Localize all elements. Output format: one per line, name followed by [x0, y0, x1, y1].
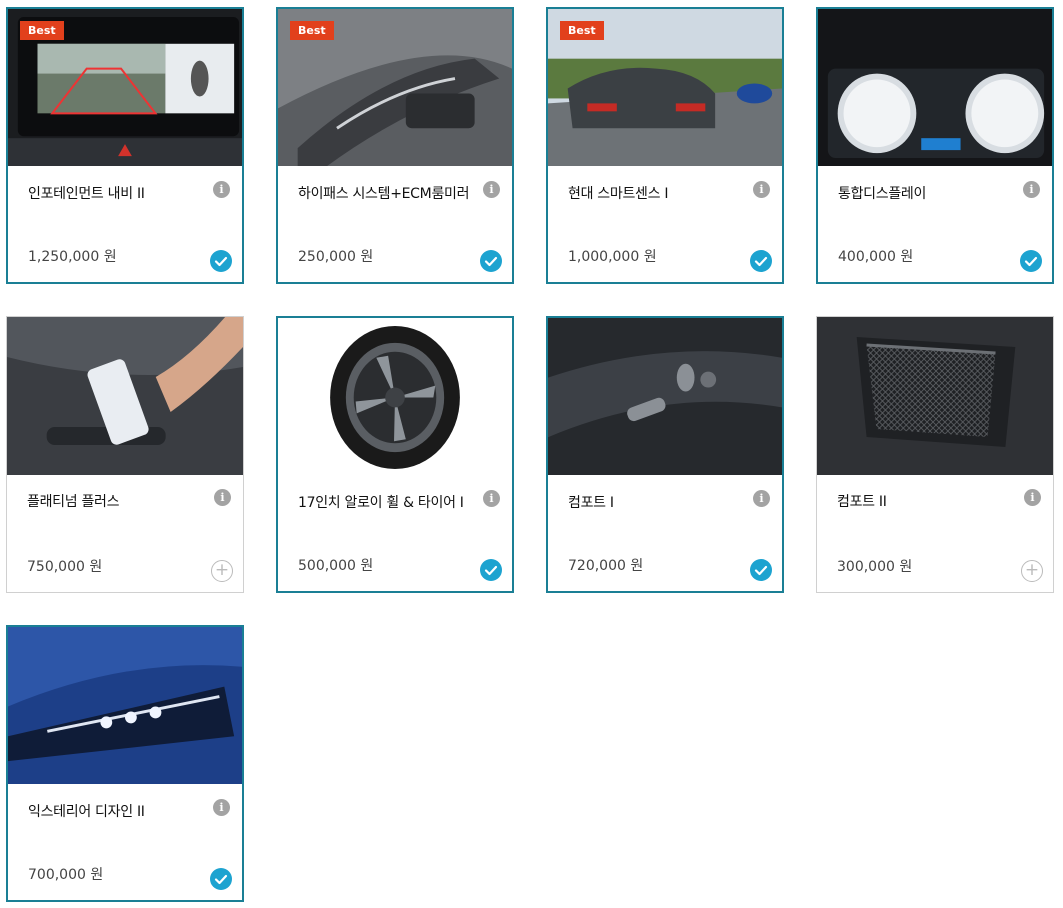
add-icon[interactable]: +: [211, 560, 233, 582]
info-icon[interactable]: i: [483, 490, 500, 507]
option-name: 통합디스플레이: [838, 186, 927, 202]
info-icon[interactable]: i: [483, 181, 500, 198]
option-name: 컴포트 II: [837, 494, 887, 510]
option-image-power-seat: [548, 318, 782, 475]
option-image-headlamp: [8, 627, 242, 784]
option-name: 17인치 알로이 휠 & 타이어 I: [298, 495, 464, 511]
best-badge: Best: [20, 21, 64, 40]
info-icon[interactable]: i: [214, 489, 231, 506]
option-image-seat-net: [817, 317, 1053, 475]
option-image-cluster: [818, 9, 1052, 166]
best-badge: Best: [560, 21, 604, 40]
option-price: 1,250,000 원: [28, 249, 117, 265]
check-icon[interactable]: [1020, 250, 1042, 272]
check-icon[interactable]: [480, 559, 502, 581]
option-image-infotainment: Best: [8, 9, 242, 166]
option-card[interactable]: Best 하이패스 시스템+ECM룸미러 i 250,000 원: [276, 7, 514, 284]
option-card[interactable]: Best 인포테인먼트 내비 II i 1,250,000 원: [6, 7, 244, 284]
check-icon[interactable]: [750, 250, 772, 272]
option-card[interactable]: 플래티넘 플러스 i 750,000 원 +: [6, 316, 244, 593]
option-price: 720,000 원: [568, 558, 644, 574]
option-card[interactable]: Best 현대 스마트센스 I i 1,000,000 원: [546, 7, 784, 284]
check-icon[interactable]: [750, 559, 772, 581]
option-image-hipass-mirror: Best: [278, 9, 512, 166]
option-price: 500,000 원: [298, 558, 374, 574]
option-card[interactable]: 컴포트 II i 300,000 원 +: [816, 316, 1054, 593]
option-name: 플래티넘 플러스: [27, 494, 120, 510]
option-price: 400,000 원: [838, 249, 914, 265]
info-icon[interactable]: i: [213, 181, 230, 198]
check-icon[interactable]: [210, 250, 232, 272]
option-name: 현대 스마트센스 I: [568, 186, 669, 202]
info-icon[interactable]: i: [213, 799, 230, 816]
info-icon[interactable]: i: [1023, 181, 1040, 198]
option-card[interactable]: 통합디스플레이 i 400,000 원: [816, 7, 1054, 284]
option-name: 하이패스 시스템+ECM룸미러: [298, 186, 470, 202]
option-name: 익스테리어 디자인 II: [28, 804, 145, 820]
option-name: 컴포트 I: [568, 495, 614, 511]
option-price: 750,000 원: [27, 559, 103, 575]
option-image-car-road: Best: [548, 9, 782, 166]
check-icon[interactable]: [210, 868, 232, 890]
check-icon[interactable]: [480, 250, 502, 272]
option-price: 300,000 원: [837, 559, 913, 575]
option-card[interactable]: 17인치 알로이 휠 & 타이어 I i 500,000 원: [276, 316, 514, 593]
info-icon[interactable]: i: [1024, 489, 1041, 506]
best-badge: Best: [290, 21, 334, 40]
info-icon[interactable]: i: [753, 490, 770, 507]
option-price: 700,000 원: [28, 867, 104, 883]
option-image-alloy-wheel: [278, 318, 512, 475]
add-icon[interactable]: +: [1021, 560, 1043, 582]
option-price: 1,000,000 원: [568, 249, 657, 265]
option-card[interactable]: 익스테리어 디자인 II i 700,000 원: [6, 625, 244, 902]
option-image-phone-key: [7, 317, 243, 475]
info-icon[interactable]: i: [753, 181, 770, 198]
option-card[interactable]: 컴포트 I i 720,000 원: [546, 316, 784, 593]
option-price: 250,000 원: [298, 249, 374, 265]
option-name: 인포테인먼트 내비 II: [28, 186, 145, 202]
